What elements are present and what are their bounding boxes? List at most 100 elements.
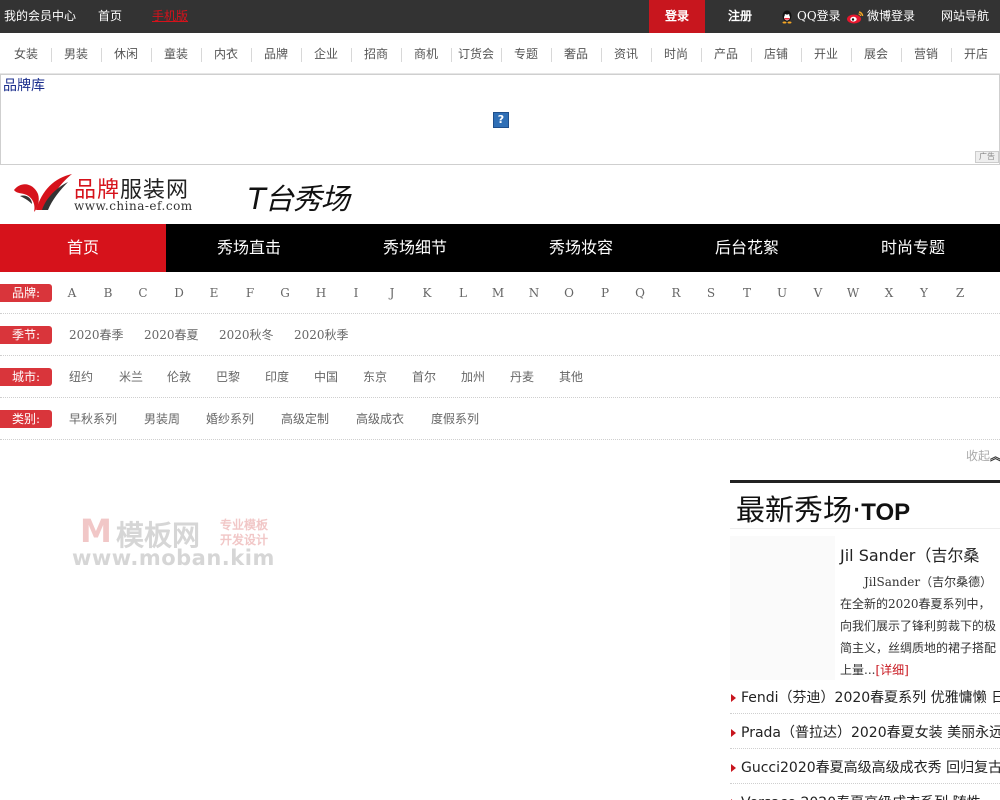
category-nav-item[interactable]: 开店 xyxy=(951,33,1000,74)
filter-category-row: 类别: 早秋系列 男装周 婚纱系列 高级定制 高级成衣 度假系列 xyxy=(0,398,1000,440)
filter-city-option[interactable]: 其他 xyxy=(559,356,583,398)
category-nav-item[interactable]: 订货会 xyxy=(451,33,501,74)
filter-city-option[interactable]: 米兰 xyxy=(119,356,143,398)
category-nav-item[interactable]: 产品 xyxy=(701,33,751,74)
filter-brand-letter[interactable]: Y xyxy=(914,272,934,314)
category-nav-item[interactable]: 休闲 xyxy=(101,33,151,74)
filter-category-option[interactable]: 高级成衣 xyxy=(356,398,404,440)
category-nav-item[interactable]: 商机 xyxy=(401,33,451,74)
category-nav-item[interactable]: 资讯 xyxy=(601,33,651,74)
filter-city-option[interactable]: 伦敦 xyxy=(167,356,191,398)
featured-show-title[interactable]: Jil Sander（吉尔桑 xyxy=(840,542,1000,566)
home-link[interactable]: 首页 xyxy=(98,0,122,33)
main-nav-tab[interactable]: 秀场直击 xyxy=(166,224,332,272)
category-nav-item[interactable]: 展会 xyxy=(851,33,901,74)
filter-brand-letter[interactable]: V xyxy=(808,272,828,314)
login-button[interactable]: 登录 xyxy=(649,0,705,33)
filter-category-option[interactable]: 男装周 xyxy=(144,398,180,440)
category-nav-item[interactable]: 童装 xyxy=(151,33,201,74)
filter-brand-letter[interactable]: O xyxy=(559,272,579,314)
collapse-toggle[interactable]: 收起︽ xyxy=(966,447,1000,464)
main-nav-tab[interactable]: 秀场妆容 xyxy=(498,224,664,272)
filter-city-option[interactable]: 纽约 xyxy=(69,356,93,398)
filter-brand-letter[interactable]: L xyxy=(453,272,473,314)
watermark-url: www.moban.kim xyxy=(72,546,275,570)
filter-brand-letter[interactable]: E xyxy=(204,272,224,314)
filter-season-option[interactable]: 2020春季 xyxy=(69,314,124,356)
filter-brand-letter[interactable]: H xyxy=(311,272,331,314)
filter-season-label: 季节: xyxy=(0,326,52,344)
filter-brand-letter[interactable]: J xyxy=(382,272,402,314)
latest-shows-panel: 最新秀场·TOP Jil Sander（吉尔桑 JilSander（吉尔桑德）在… xyxy=(730,480,1000,800)
latest-show-title: Prada（普拉达）2020春夏女装 美丽永远 xyxy=(741,725,1000,741)
category-nav-item[interactable]: 专题 xyxy=(501,33,551,74)
category-nav-item[interactable]: 企业 xyxy=(301,33,351,74)
category-nav-item[interactable]: 内衣 xyxy=(201,33,251,74)
filter-city-option[interactable]: 巴黎 xyxy=(216,356,240,398)
filter-brand-letter[interactable]: T xyxy=(737,272,757,314)
filter-city-option[interactable]: 印度 xyxy=(265,356,289,398)
filter-brand-letter[interactable]: A xyxy=(62,272,82,314)
filter-season-option[interactable]: 2020秋冬 xyxy=(219,314,274,356)
category-nav-item[interactable]: 店铺 xyxy=(751,33,801,74)
section-title: T台秀场 xyxy=(248,182,350,216)
filter-brand-letter[interactable]: Q xyxy=(630,272,650,314)
filter-brand-letter[interactable]: G xyxy=(275,272,295,314)
filter-category-option[interactable]: 度假系列 xyxy=(431,398,479,440)
main-nav-tab[interactable]: 时尚专题 xyxy=(830,224,996,272)
logo-url: www.china-ef.com xyxy=(74,199,193,213)
filter-category-option[interactable]: 婚纱系列 xyxy=(206,398,254,440)
latest-show-item[interactable]: Prada（普拉达）2020春夏女装 美丽永远 xyxy=(730,717,1000,749)
filter-brand-letter[interactable]: M xyxy=(488,272,508,314)
filter-season-option[interactable]: 2020春夏 xyxy=(144,314,199,356)
main-nav-tab[interactable]: 秀场细节 xyxy=(332,224,498,272)
filter-city-option[interactable]: 丹麦 xyxy=(510,356,534,398)
filter-brand-letter[interactable]: I xyxy=(346,272,366,314)
filter-brand-letter[interactable]: U xyxy=(772,272,792,314)
category-nav-item[interactable]: 时尚 xyxy=(651,33,701,74)
main-nav-tab[interactable]: 首页 xyxy=(0,224,166,272)
qq-login-link[interactable]: QQ登录 xyxy=(780,0,841,33)
category-nav-item[interactable]: 营销 xyxy=(901,33,951,74)
filter-city-option[interactable]: 东京 xyxy=(363,356,387,398)
filter-brand-letter[interactable]: B xyxy=(98,272,118,314)
member-center-link[interactable]: 我的会员中心 xyxy=(4,0,76,33)
filter-brand-letter[interactable]: C xyxy=(133,272,153,314)
main-nav-tab[interactable]: 后台花絮 xyxy=(664,224,830,272)
filter-category-option[interactable]: 早秋系列 xyxy=(69,398,117,440)
register-button[interactable]: 注册 xyxy=(718,0,762,33)
category-nav-item[interactable]: 奢品 xyxy=(551,33,601,74)
mobile-link[interactable]: 手机版 xyxy=(152,0,188,33)
latest-show-item[interactable]: Versace 2020春夏高级成衣系列 随性 xyxy=(730,787,1000,800)
ad-title[interactable]: 品牌库 xyxy=(3,75,45,95)
filter-city-option[interactable]: 加州 xyxy=(461,356,485,398)
latest-show-title: Gucci2020春夏高级高级成衣秀 回归复古 xyxy=(741,760,1000,776)
filter-brand-letter[interactable]: D xyxy=(169,272,189,314)
category-nav-item[interactable]: 女装 xyxy=(1,33,51,74)
site-logo[interactable]: 品牌服装网 www.china-ef.com xyxy=(12,170,222,216)
filter-brand-letter[interactable]: P xyxy=(595,272,615,314)
filter-brand-letter[interactable]: R xyxy=(666,272,686,314)
latest-show-item[interactable]: Gucci2020春夏高级高级成衣秀 回归复古 xyxy=(730,752,1000,784)
featured-more-link[interactable]: [详细] xyxy=(875,663,908,677)
featured-show-description: JilSander（吉尔桑德）在全新的2020春夏系列中，向我们展示了锋利剪裁下… xyxy=(840,571,1000,681)
filter-brand-letter[interactable]: X xyxy=(879,272,899,314)
filter-city-option[interactable]: 首尔 xyxy=(412,356,436,398)
filter-brand-letter[interactable]: Z xyxy=(950,272,970,314)
filter-season-option[interactable]: 2020秋季 xyxy=(294,314,349,356)
filter-brand-letter[interactable]: N xyxy=(524,272,544,314)
featured-show-thumbnail[interactable] xyxy=(730,536,835,680)
category-nav-item[interactable]: 招商 xyxy=(351,33,401,74)
weibo-login-link[interactable]: 微博登录 xyxy=(846,0,915,33)
filter-brand-letter[interactable]: S xyxy=(701,272,721,314)
filter-city-option[interactable]: 中国 xyxy=(314,356,338,398)
site-nav-link[interactable]: 网站导航 xyxy=(941,0,989,33)
category-nav-item[interactable]: 品牌 xyxy=(251,33,301,74)
filter-brand-letter[interactable]: K xyxy=(417,272,437,314)
filter-brand-letter[interactable]: F xyxy=(240,272,260,314)
filter-brand-letter[interactable]: W xyxy=(843,272,863,314)
category-nav-item[interactable]: 开业 xyxy=(801,33,851,74)
category-nav-item[interactable]: 男装 xyxy=(51,33,101,74)
latest-show-item[interactable]: Fendi（芬迪）2020春夏系列 优雅慵懒 日 xyxy=(730,682,1000,714)
filter-category-option[interactable]: 高级定制 xyxy=(281,398,329,440)
